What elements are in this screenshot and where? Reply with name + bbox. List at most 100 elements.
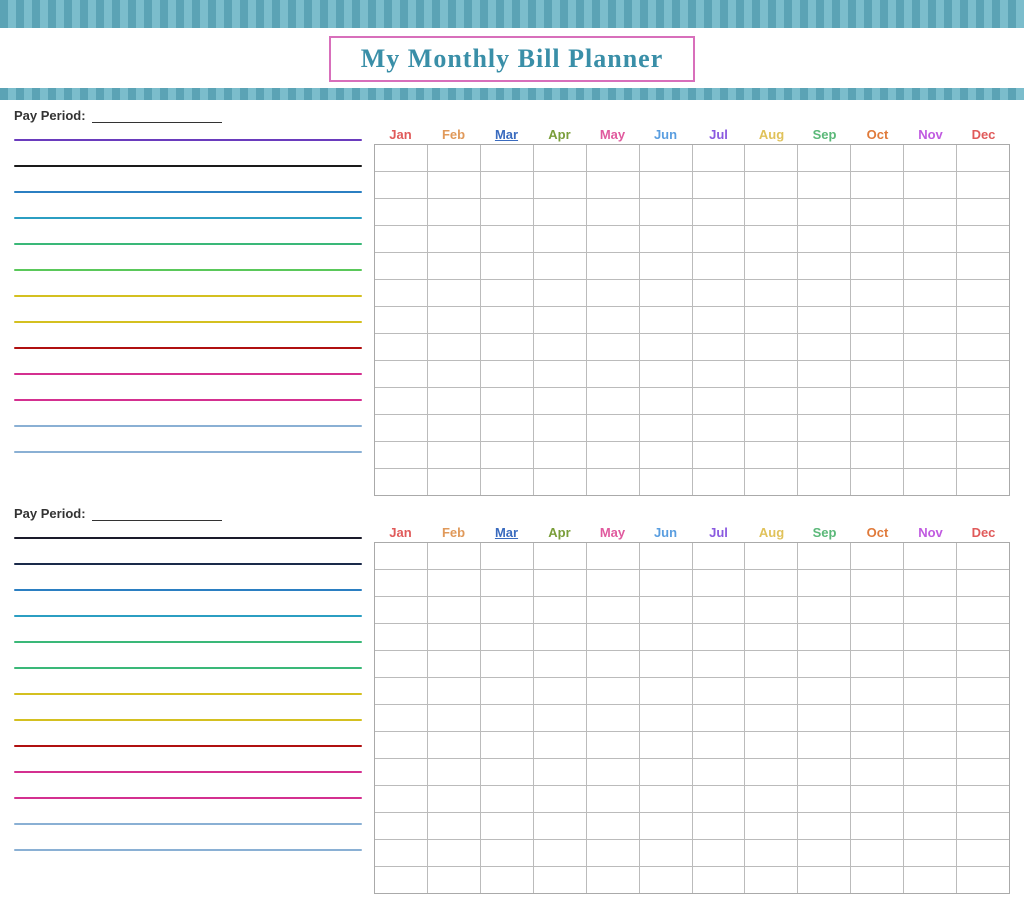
grid-cell[interactable] xyxy=(745,280,798,306)
grid-cell[interactable] xyxy=(375,280,428,306)
grid-cell[interactable] xyxy=(851,705,904,731)
grid-cell[interactable] xyxy=(587,442,640,468)
grid-cell[interactable] xyxy=(693,469,746,495)
grid-cell[interactable] xyxy=(640,334,693,360)
grid-cell[interactable] xyxy=(904,543,957,569)
grid-cell[interactable] xyxy=(534,624,587,650)
grid-cell[interactable] xyxy=(481,361,534,387)
grid-cell[interactable] xyxy=(428,172,481,198)
grid-cell[interactable] xyxy=(957,840,1009,866)
grid-cell[interactable] xyxy=(851,759,904,785)
grid-cell[interactable] xyxy=(693,280,746,306)
grid-cell[interactable] xyxy=(904,172,957,198)
grid-cell[interactable] xyxy=(745,199,798,225)
grid-cell[interactable] xyxy=(957,253,1009,279)
grid-cell[interactable] xyxy=(957,415,1009,441)
grid-cell[interactable] xyxy=(640,624,693,650)
grid-cell[interactable] xyxy=(587,543,640,569)
grid-cell[interactable] xyxy=(798,813,851,839)
grid-cell[interactable] xyxy=(693,253,746,279)
grid-cell[interactable] xyxy=(428,705,481,731)
grid-cell[interactable] xyxy=(693,759,746,785)
grid-cell[interactable] xyxy=(745,442,798,468)
grid-cell[interactable] xyxy=(851,145,904,171)
grid-cell[interactable] xyxy=(693,307,746,333)
grid-cell[interactable] xyxy=(587,199,640,225)
grid-cell[interactable] xyxy=(640,570,693,596)
grid-cell[interactable] xyxy=(693,442,746,468)
grid-cell[interactable] xyxy=(481,759,534,785)
grid-cell[interactable] xyxy=(428,678,481,704)
grid-cell[interactable] xyxy=(587,651,640,677)
grid-cell[interactable] xyxy=(428,867,481,893)
grid-cell[interactable] xyxy=(481,651,534,677)
grid-cell[interactable] xyxy=(904,678,957,704)
grid-cell[interactable] xyxy=(481,786,534,812)
grid-cell[interactable] xyxy=(428,388,481,414)
grid-cell[interactable] xyxy=(957,759,1009,785)
grid-cell[interactable] xyxy=(587,813,640,839)
grid-cell[interactable] xyxy=(428,570,481,596)
grid-cell[interactable] xyxy=(745,597,798,623)
grid-cell[interactable] xyxy=(534,786,587,812)
grid-cell[interactable] xyxy=(428,786,481,812)
grid-cell[interactable] xyxy=(587,570,640,596)
grid-cell[interactable] xyxy=(587,388,640,414)
grid-cell[interactable] xyxy=(481,840,534,866)
grid-cell[interactable] xyxy=(375,442,428,468)
grid-cell[interactable] xyxy=(798,840,851,866)
grid-cell[interactable] xyxy=(375,469,428,495)
grid-cell[interactable] xyxy=(587,253,640,279)
grid-cell[interactable] xyxy=(851,624,904,650)
grid-cell[interactable] xyxy=(745,145,798,171)
grid-cell[interactable] xyxy=(798,705,851,731)
grid-cell[interactable] xyxy=(481,307,534,333)
grid-cell[interactable] xyxy=(904,786,957,812)
grid-cell[interactable] xyxy=(640,415,693,441)
grid-cell[interactable] xyxy=(851,199,904,225)
grid-cell[interactable] xyxy=(957,361,1009,387)
grid-cell[interactable] xyxy=(957,334,1009,360)
grid-cell[interactable] xyxy=(534,280,587,306)
grid-cell[interactable] xyxy=(745,361,798,387)
grid-cell[interactable] xyxy=(693,705,746,731)
grid-cell[interactable] xyxy=(640,199,693,225)
grid-cell[interactable] xyxy=(957,570,1009,596)
grid-cell[interactable] xyxy=(428,253,481,279)
grid-cell[interactable] xyxy=(428,145,481,171)
grid-cell[interactable] xyxy=(851,651,904,677)
grid-cell[interactable] xyxy=(798,280,851,306)
grid-cell[interactable] xyxy=(957,172,1009,198)
grid-cell[interactable] xyxy=(587,280,640,306)
grid-cell[interactable] xyxy=(534,226,587,252)
grid-cell[interactable] xyxy=(375,840,428,866)
grid-cell[interactable] xyxy=(798,759,851,785)
grid-cell[interactable] xyxy=(375,624,428,650)
grid-cell[interactable] xyxy=(693,786,746,812)
grid-cell[interactable] xyxy=(375,415,428,441)
grid-cell[interactable] xyxy=(745,253,798,279)
grid-cell[interactable] xyxy=(428,813,481,839)
grid-cell[interactable] xyxy=(851,543,904,569)
grid-cell[interactable] xyxy=(798,786,851,812)
grid-cell[interactable] xyxy=(587,759,640,785)
grid-cell[interactable] xyxy=(957,280,1009,306)
grid-cell[interactable] xyxy=(481,705,534,731)
grid-cell[interactable] xyxy=(745,226,798,252)
grid-cell[interactable] xyxy=(428,759,481,785)
grid-cell[interactable] xyxy=(798,199,851,225)
grid-cell[interactable] xyxy=(904,570,957,596)
grid-cell[interactable] xyxy=(481,415,534,441)
grid-cell[interactable] xyxy=(428,543,481,569)
grid-cell[interactable] xyxy=(534,867,587,893)
grid-cell[interactable] xyxy=(745,543,798,569)
grid-cell[interactable] xyxy=(640,597,693,623)
grid-cell[interactable] xyxy=(745,307,798,333)
grid-cell[interactable] xyxy=(798,388,851,414)
grid-cell[interactable] xyxy=(904,759,957,785)
grid-cell[interactable] xyxy=(640,786,693,812)
grid-cell[interactable] xyxy=(957,786,1009,812)
grid-cell[interactable] xyxy=(693,226,746,252)
grid-cell[interactable] xyxy=(904,253,957,279)
grid-cell[interactable] xyxy=(693,732,746,758)
